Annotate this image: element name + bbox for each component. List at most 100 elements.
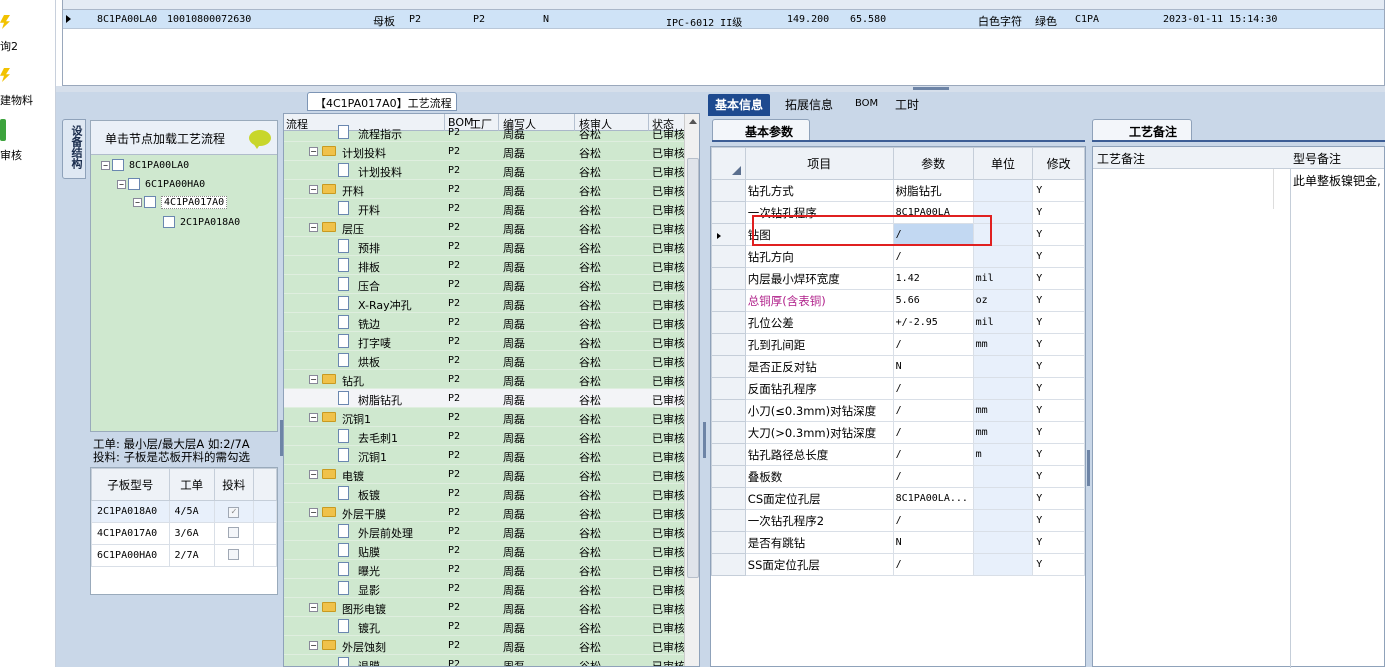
process-row[interactable]: 流程指示 P2 周磊 谷松 已审核 xyxy=(284,123,685,142)
collapse-icon[interactable]: − xyxy=(309,147,318,156)
process-row[interactable]: − 电镀 P2 周磊 谷松 已审核 xyxy=(284,465,685,484)
process-row[interactable]: − 开料 P2 周磊 谷松 已审核 xyxy=(284,180,685,199)
row-indicator[interactable] xyxy=(711,465,746,488)
remarks-scrollbar[interactable] xyxy=(1273,169,1290,209)
process-row[interactable]: 打字唛 P2 周磊 谷松 已审核 xyxy=(284,332,685,351)
tab-basic-params[interactable]: 基本参数 xyxy=(712,119,810,141)
process-row[interactable]: 铣边 P2 周磊 谷松 已审核 xyxy=(284,313,685,332)
process-row[interactable]: − 外层干膜 P2 周磊 谷松 已审核 xyxy=(284,503,685,522)
param-value-cell[interactable]: +/-2.95 xyxy=(892,311,974,334)
param-row[interactable]: CS面定位孔层 8C1PA00LA... Y xyxy=(711,487,1085,510)
process-row[interactable]: − 层压 P2 周磊 谷松 已审核 xyxy=(284,218,685,237)
param-row[interactable]: 叠板数 / Y xyxy=(711,465,1085,488)
param-value-cell[interactable]: / xyxy=(892,509,974,532)
param-row[interactable]: 反面钻孔程序 / Y xyxy=(711,377,1085,400)
nav-item-review[interactable]: 审核 xyxy=(0,147,22,163)
collapse-icon[interactable]: − xyxy=(309,375,318,384)
row-indicator[interactable] xyxy=(711,355,746,378)
tab-extended-info[interactable]: 拓展信息 xyxy=(778,94,840,116)
process-row[interactable]: X-Ray冲孔 P2 周磊 谷松 已审核 xyxy=(284,294,685,313)
table-row[interactable]: 6C1PA00HA0 2/7A xyxy=(91,544,278,567)
param-row[interactable]: SS面定位孔层 / Y xyxy=(711,553,1085,576)
row-indicator[interactable] xyxy=(711,443,746,466)
table-row[interactable]: 4C1PA017A0 3/6A xyxy=(91,522,278,545)
process-row[interactable]: 烘板 P2 周磊 谷松 已审核 xyxy=(284,351,685,370)
process-row[interactable]: 树脂钻孔 P2 周磊 谷松 已审核 xyxy=(284,389,685,408)
process-row[interactable]: 压合 P2 周磊 谷松 已审核 xyxy=(284,275,685,294)
checkbox[interactable] xyxy=(228,548,240,560)
nav-item-query[interactable]: 询2 xyxy=(0,38,18,54)
cell[interactable]: 2/7A xyxy=(168,544,215,567)
column-header[interactable]: 修改 xyxy=(1032,147,1085,180)
param-value-cell[interactable]: / xyxy=(892,399,974,422)
collapse-icon[interactable]: − xyxy=(309,223,318,232)
tree-node-selected[interactable]: − 4C1PA017A0 xyxy=(133,196,228,209)
process-row[interactable]: 预排 P2 周磊 谷松 已审核 xyxy=(284,237,685,256)
tab-device-structure[interactable]: 设备结构 xyxy=(62,119,86,179)
param-value-cell[interactable]: / xyxy=(892,333,974,356)
scroll-thumb[interactable] xyxy=(687,158,699,578)
param-row[interactable]: 钻孔路径总长度 / m Y xyxy=(711,443,1085,466)
row-indicator[interactable] xyxy=(711,201,746,224)
row-indicator[interactable] xyxy=(711,289,746,312)
checkbox[interactable] xyxy=(228,526,240,538)
row-indicator[interactable] xyxy=(711,509,746,532)
process-row[interactable]: 计划投料 P2 周磊 谷松 已审核 xyxy=(284,161,685,180)
process-row[interactable]: − 沉铜1 P2 周磊 谷松 已审核 xyxy=(284,408,685,427)
tab-bom[interactable]: BOM xyxy=(848,96,885,118)
param-value-cell[interactable]: 1.42 xyxy=(892,267,974,290)
process-row[interactable]: 排板 P2 周磊 谷松 已审核 xyxy=(284,256,685,275)
row-indicator[interactable] xyxy=(711,179,746,202)
tree-node[interactable]: − 8C1PA00LA0 xyxy=(101,159,189,171)
param-value-cell[interactable]: 8C1PA00LA... xyxy=(892,487,974,510)
row-indicator[interactable] xyxy=(711,245,746,268)
collapse-icon[interactable]: − xyxy=(117,179,126,189)
column-header[interactable]: 子板型号 xyxy=(91,468,170,501)
process-row[interactable]: 退膜 P2 周磊 谷松 已审核 xyxy=(284,655,685,666)
splitter-grip-icon[interactable] xyxy=(1087,450,1090,486)
checkbox-checked[interactable]: ✓ xyxy=(228,506,240,518)
row-indicator[interactable] xyxy=(711,531,746,554)
row-indicator[interactable] xyxy=(711,399,746,422)
param-row[interactable]: 是否正反对钻 N Y xyxy=(711,355,1085,378)
cell[interactable]: 4/5A xyxy=(168,500,215,523)
row-indicator[interactable] xyxy=(711,267,746,290)
scroll-up-icon[interactable] xyxy=(689,119,697,124)
process-row[interactable]: 沉铜1 P2 周磊 谷松 已审核 xyxy=(284,446,685,465)
row-indicator[interactable] xyxy=(711,377,746,400)
tab-process-remarks[interactable]: 工艺备注 xyxy=(1092,119,1192,141)
row-indicator[interactable] xyxy=(711,311,746,334)
param-row[interactable]: 一次钻孔程序2/ Y xyxy=(711,509,1085,532)
process-row[interactable]: 板镀 P2 周磊 谷松 已审核 xyxy=(284,484,685,503)
splitter-grip-icon[interactable] xyxy=(703,422,706,458)
tab-process-flow[interactable]: 【4C1PA017A0】工艺流程 xyxy=(307,92,457,111)
cell[interactable]: 3/6A xyxy=(168,522,215,545)
column-header[interactable]: 投料 xyxy=(213,468,254,501)
column-header[interactable]: 工单 xyxy=(168,468,215,501)
collapse-icon[interactable]: − xyxy=(101,160,110,170)
param-value-cell[interactable]: 5.66 xyxy=(892,289,974,312)
param-row[interactable]: 小刀(≤0.3mm)对钻深度 / mm Y xyxy=(711,399,1085,422)
param-row[interactable]: 孔到孔间距 / mm Y xyxy=(711,333,1085,356)
collapse-icon[interactable]: − xyxy=(309,413,318,422)
tree-node[interactable]: − 6C1PA00HA0 xyxy=(117,178,205,190)
process-row[interactable]: − 外层蚀刻 P2 周磊 谷松 已审核 xyxy=(284,636,685,655)
collapse-icon[interactable]: − xyxy=(309,641,318,650)
collapse-icon[interactable]: − xyxy=(133,197,142,207)
process-row[interactable]: − 钻孔 P2 周磊 谷松 已审核 xyxy=(284,370,685,389)
tab-basic-info[interactable]: 基本信息 xyxy=(708,94,771,116)
collapse-icon[interactable]: − xyxy=(309,470,318,479)
column-header[interactable]: 项目 xyxy=(744,147,894,180)
collapse-icon[interactable]: − xyxy=(309,508,318,517)
row-indicator[interactable] xyxy=(711,487,746,510)
speech-bubble-icon[interactable] xyxy=(249,130,271,149)
process-row[interactable]: 去毛刺1 P2 周磊 谷松 已审核 xyxy=(284,427,685,446)
model-remark-cell[interactable]: 此单整板镍钯金, xyxy=(1290,169,1385,668)
collapse-icon[interactable]: − xyxy=(309,185,318,194)
param-row[interactable]: 是否有跳钻 N Y xyxy=(711,531,1085,554)
column-header[interactable]: 参数 xyxy=(892,147,974,180)
process-row[interactable]: 开料 P2 周磊 谷松 已审核 xyxy=(284,199,685,218)
row-indicator[interactable] xyxy=(711,333,746,356)
column-header[interactable]: 工艺备注 xyxy=(1097,150,1145,167)
param-value-cell[interactable]: N xyxy=(892,355,974,378)
